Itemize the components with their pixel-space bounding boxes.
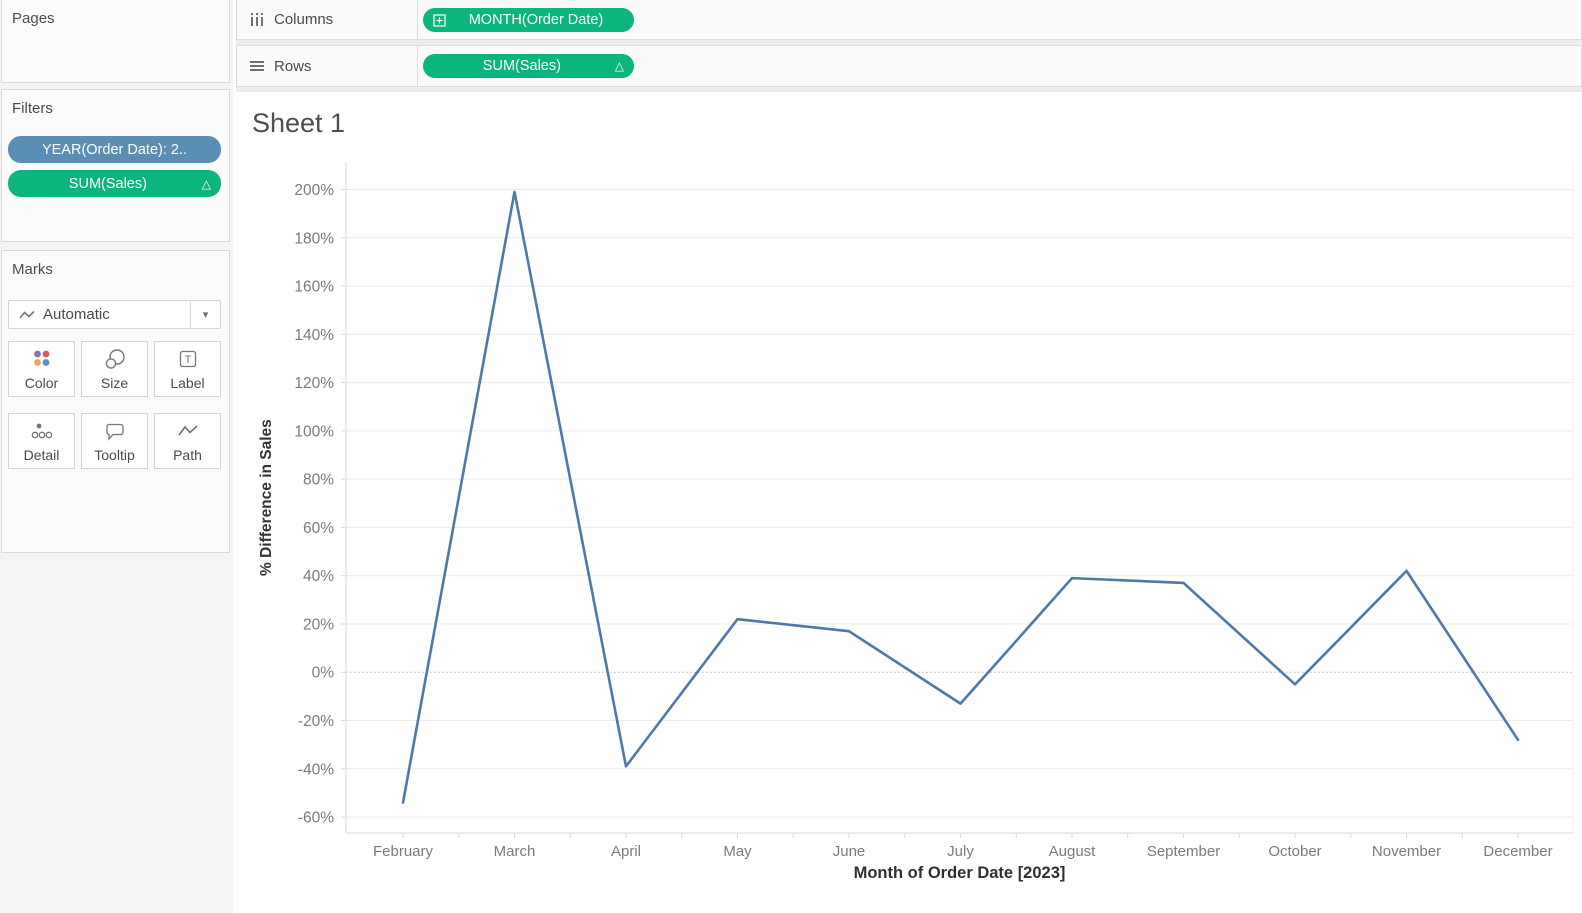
x-tick-label: October [1268, 843, 1321, 860]
color-icon [32, 342, 51, 375]
x-tick-label: July [947, 843, 974, 860]
color-button[interactable]: Color [8, 341, 75, 397]
color-label: Color [24, 375, 59, 391]
marks-card: Marks Automatic ▾ Color Size T Label Det… [1, 250, 230, 553]
delta-table-calc-icon: △ [201, 176, 211, 191]
y-tick-label: 40% [303, 568, 334, 585]
label-icon: T [178, 342, 198, 375]
rows-pill-label: SUM(Sales) [482, 58, 561, 74]
x-tick-label: March [494, 843, 536, 860]
x-tick-label: April [611, 843, 641, 860]
worksheet-view: Sheet 1 % Difference in Sales -60% -40% -2… [236, 92, 1582, 913]
path-icon [177, 414, 199, 447]
tooltip-icon [104, 414, 126, 447]
y-tick-label: 180% [294, 230, 334, 247]
x-tick-label: September [1147, 843, 1220, 860]
y-tick-label: -60% [298, 810, 334, 827]
filter-pill-label: YEAR(Order Date): 2.. [41, 141, 188, 158]
x-tick-label: December [1483, 843, 1552, 860]
line-chart[interactable]: -60% -40% -20% 0% 20% 40% 60% 80% 100% 120% 140% 16… [236, 92, 1582, 913]
columns-shelf-text: Columns [274, 11, 334, 28]
delta-table-calc-icon: △ [614, 59, 624, 73]
x-axis-title: Month of Order Date [2023] [853, 864, 1066, 882]
y-tick-label: 140% [294, 327, 334, 344]
y-tick-label: 200% [294, 182, 334, 199]
svg-text:T: T [184, 354, 191, 366]
path-label: Path [173, 447, 202, 463]
label-button[interactable]: T Label [154, 341, 221, 397]
pages-title: Pages [12, 10, 55, 27]
y-tick-label: 160% [294, 279, 334, 296]
columns-icon [251, 13, 263, 26]
rows-shelf[interactable]: Rows SUM(Sales) △ [236, 45, 1582, 87]
detail-button[interactable]: Detail [8, 413, 75, 469]
path-button[interactable]: Path [154, 413, 221, 469]
y-tick-label: 20% [303, 616, 334, 633]
columns-pill-month-order-date[interactable]: MONTH(Order Date) [423, 8, 634, 32]
rows-pill-sum-sales[interactable]: SUM(Sales) △ [423, 54, 634, 78]
line-mark-icon [19, 310, 35, 320]
shelf-strip: Columns MONTH(Order Date) Rows SUM(Sales… [236, 0, 1582, 92]
sidebar: Pages Filters YEAR(Order Date): 2.. SUM(… [0, 0, 233, 913]
detail-label: Detail [23, 447, 60, 463]
tooltip-button[interactable]: Tooltip [81, 413, 148, 469]
y-tick-label: -40% [298, 761, 334, 778]
pages-shelf[interactable]: Pages [1, 0, 230, 83]
y-tick-label: 100% [294, 423, 334, 440]
columns-shelf[interactable]: Columns MONTH(Order Date) [236, 0, 1582, 40]
x-tick-label: June [833, 843, 866, 860]
label-label: Label [170, 375, 205, 391]
x-tick-label: August [1049, 843, 1097, 860]
y-tick-label: 80% [303, 472, 334, 489]
chevron-down-icon[interactable]: ▾ [190, 301, 220, 328]
sales-line [401, 190, 1520, 804]
filter-pill-year-order-date[interactable]: YEAR(Order Date): 2.. [8, 136, 221, 163]
filters-title: Filters [12, 100, 53, 117]
detail-icon [30, 414, 54, 447]
filter-pill-sum-sales[interactable]: SUM(Sales) △ [8, 170, 221, 197]
size-label: Size [100, 375, 129, 391]
x-tick-label: February [373, 843, 434, 860]
y-tick-label: 0% [312, 665, 335, 682]
rows-icon [250, 61, 264, 71]
y-tick-label: 60% [303, 520, 334, 537]
x-tick-label: November [1372, 843, 1441, 860]
marks-title: Marks [12, 261, 53, 278]
mark-type-value: Automatic [43, 306, 110, 323]
y-tick-label: 120% [294, 375, 334, 392]
filters-shelf[interactable]: Filters YEAR(Order Date): 2.. SUM(Sales)… [1, 89, 230, 242]
x-tick-label: May [723, 843, 752, 860]
tableau-workspace: Pages Filters YEAR(Order Date): 2.. SUM(… [0, 0, 1582, 913]
y-tick-label: -20% [298, 713, 334, 730]
expand-plus-icon [433, 13, 446, 27]
tooltip-label: Tooltip [94, 447, 135, 463]
rows-shelf-label: Rows [237, 46, 418, 86]
filter-pill-label: SUM(Sales) [68, 175, 147, 192]
size-button[interactable]: Size [81, 341, 148, 397]
columns-pill-label: MONTH(Order Date) [468, 12, 604, 28]
mark-type-dropdown[interactable]: Automatic ▾ [8, 300, 221, 329]
columns-shelf-label: Columns [237, 0, 418, 39]
size-icon [104, 342, 126, 375]
rows-shelf-text: Rows [274, 57, 312, 75]
